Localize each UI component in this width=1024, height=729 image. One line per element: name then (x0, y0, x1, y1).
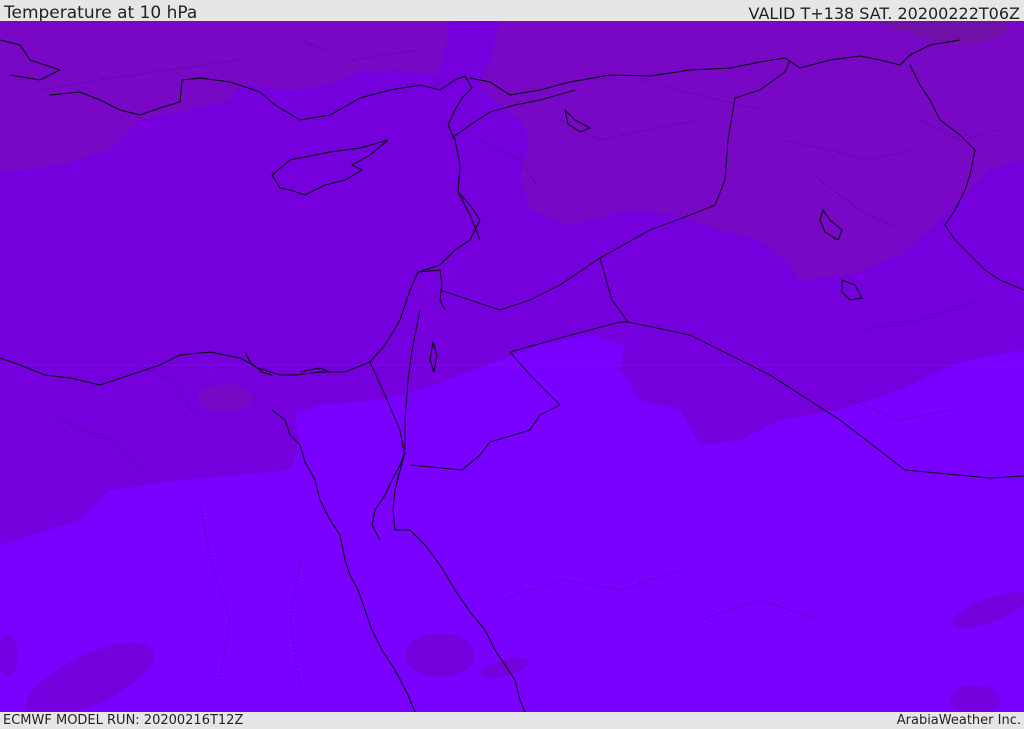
mid-blob-south1 (405, 633, 475, 677)
model-run-label: ECMWF MODEL RUN: 20200216T12Z (3, 713, 244, 728)
map-canvas (0, 21, 1024, 712)
header-bar: Temperature at 10 hPa VALID T+138 SAT. 2… (0, 0, 1024, 23)
credit-label: ArabiaWeather Inc. (896, 713, 1021, 728)
temperature-map[interactable] (0, 21, 1024, 712)
weather-map-frame: Temperature at 10 hPa VALID T+138 SAT. 2… (0, 0, 1024, 729)
cold-blob-egypt (197, 384, 253, 412)
footer-bar: ECMWF MODEL RUN: 20200216T12Z ArabiaWeat… (0, 712, 1024, 729)
